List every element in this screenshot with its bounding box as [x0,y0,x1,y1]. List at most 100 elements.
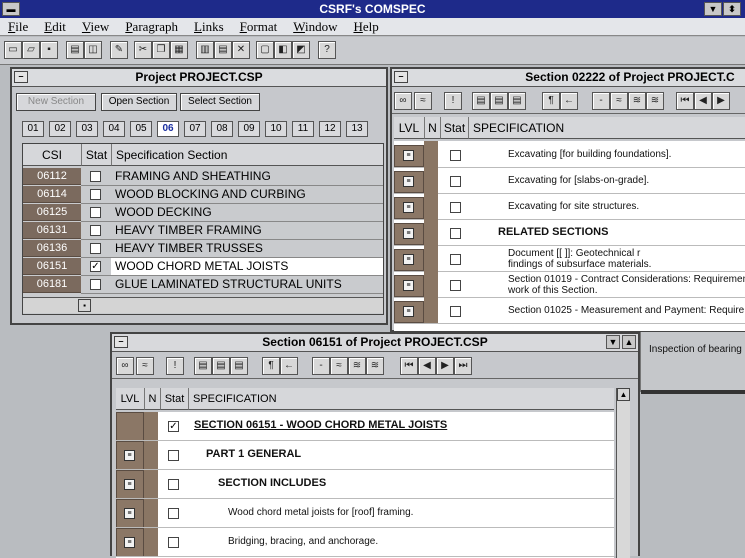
level-cell[interactable]: ≡ [394,171,424,193]
status-checkbox[interactable] [450,228,461,239]
division-tab-07[interactable]: 07 [184,121,206,137]
menu-file[interactable]: File [0,18,36,36]
link-icon[interactable]: ∞ [116,357,134,375]
division-tab-02[interactable]: 02 [49,121,71,137]
section-06151-titlebar[interactable]: – Section 06151 of Project PROJECT.CSP ▼… [112,334,638,352]
status-checkbox[interactable]: ✓ [168,421,179,432]
column-header-n[interactable]: N [144,388,160,410]
menu-window[interactable]: Window [285,18,345,36]
level-cell[interactable]: ≡ [394,145,424,167]
table-row[interactable]: 06114 WOOD BLOCKING AND CURBING [23,186,383,204]
alert-icon[interactable]: ! [166,357,184,375]
menu-view[interactable]: View [74,18,117,36]
level-1-icon[interactable]: - [312,357,330,375]
status-checkbox[interactable] [90,225,101,236]
status-checkbox[interactable] [168,508,179,519]
delete-icon[interactable]: ✕ [232,41,250,59]
open-file-icon[interactable]: ▱ [22,41,40,59]
window-arrange-icon[interactable]: ◩ [292,41,310,59]
status-checkbox[interactable] [90,189,101,200]
window-tile-icon[interactable]: ▢ [256,41,274,59]
table-row[interactable]: 06112 FRAMING AND SHEATHING [23,168,383,186]
open-section-button[interactable]: Open Section [101,93,177,111]
minimize-icon[interactable]: ▼ [606,335,620,349]
first-record-icon[interactable]: ⏮ [676,92,694,110]
window-control-icon[interactable]: – [14,71,28,83]
column-header-lvl[interactable]: LVL [394,117,424,139]
last-record-icon[interactable]: ⏭ [454,357,472,375]
first-record-icon[interactable]: ⏮ [400,357,418,375]
paragraph-icon[interactable]: ¶ [542,92,560,110]
division-tab-06[interactable]: 06 [157,121,179,137]
app-control-menu-icon[interactable]: ▬ [2,2,20,16]
table-row[interactable]: 06125 WOOD DECKING [23,204,383,222]
unlink-icon[interactable]: ≈ [136,357,154,375]
view-one-icon[interactable]: ▤ [194,357,212,375]
level-4-icon[interactable]: ≋ [366,357,384,375]
division-tab-13[interactable]: 13 [346,121,368,137]
column-header-stat[interactable]: Stat [440,117,468,139]
view-two-icon[interactable]: ▤ [490,92,508,110]
level-cell[interactable]: ≡ [116,470,144,499]
menu-edit[interactable]: Edit [36,18,74,36]
help-icon[interactable]: ? [318,41,336,59]
section-02222-titlebar[interactable]: – Section 02222 of Project PROJECT.C [392,69,745,87]
new-section-button[interactable]: New Section [16,93,96,111]
status-checkbox[interactable] [90,207,101,218]
level-2-icon[interactable]: ≈ [610,92,628,110]
grid-horizontal-scrollbar[interactable]: ▪ [23,297,383,313]
table-row[interactable]: 06181 GLUE LAMINATED STRUCTURAL UNITS [23,276,383,294]
outdent-icon[interactable]: ← [560,92,578,110]
status-checkbox[interactable] [168,450,179,461]
project-window-titlebar[interactable]: – Project PROJECT.CSP [12,69,386,87]
spell-check-icon[interactable]: ✎ [110,41,128,59]
paste-icon[interactable]: ▦ [170,41,188,59]
edit-row-icon[interactable]: ▤ [214,41,232,59]
level-2-icon[interactable]: ≈ [330,357,348,375]
division-tab-09[interactable]: 09 [238,121,260,137]
level-cell[interactable]: ≡ [394,275,424,297]
column-header-csi[interactable]: CSI [23,144,81,166]
view-one-icon[interactable]: ▤ [472,92,490,110]
status-checkbox[interactable] [450,150,461,161]
level-cell[interactable]: ≡ [394,301,424,323]
view-three-icon[interactable]: ▤ [508,92,526,110]
view-two-icon[interactable]: ▤ [212,357,230,375]
column-header-n[interactable]: N [424,117,440,139]
menu-help[interactable]: Help [345,18,386,36]
column-header-stat[interactable]: Stat [160,388,188,410]
division-tab-08[interactable]: 08 [211,121,233,137]
column-header-spec[interactable]: SPECIFICATION [468,117,745,139]
status-checkbox[interactable] [450,280,461,291]
view-three-icon[interactable]: ▤ [230,357,248,375]
add-row-icon[interactable]: ▪ [78,299,91,312]
status-checkbox[interactable] [450,176,461,187]
level-cell[interactable]: ≡ [116,528,144,557]
level-cell[interactable]: ≡ [116,499,144,528]
division-tab-12[interactable]: 12 [319,121,341,137]
status-checkbox[interactable] [450,306,461,317]
status-checkbox[interactable] [90,243,101,254]
division-tab-03[interactable]: 03 [76,121,98,137]
new-file-icon[interactable]: ▭ [4,41,22,59]
table-row[interactable]: 06151 ✓ WOOD CHORD METAL JOISTS [23,258,383,276]
next-record-icon[interactable]: ▶ [436,357,454,375]
restore-icon[interactable]: ⬍ [723,2,741,16]
table-row[interactable]: 06136 HEAVY TIMBER TRUSSES [23,240,383,258]
level-3-icon[interactable]: ≋ [348,357,366,375]
level-cell[interactable]: ≡ [394,197,424,219]
window-control-icon[interactable]: – [394,71,408,83]
copy-icon[interactable]: ❐ [152,41,170,59]
window-cascade-icon[interactable]: ◧ [274,41,292,59]
division-tab-11[interactable]: 11 [292,121,314,137]
alert-icon[interactable]: ! [444,92,462,110]
status-checkbox[interactable]: ✓ [90,261,101,272]
division-tab-05[interactable]: 05 [130,121,152,137]
vertical-scrollbar[interactable]: ▲ [616,388,630,558]
status-checkbox[interactable] [168,537,179,548]
column-header-stat[interactable]: Stat [81,144,111,166]
level-3-icon[interactable]: ≋ [628,92,646,110]
column-header-spec[interactable]: SPECIFICATION [188,388,614,410]
level-cell[interactable] [116,412,144,441]
level-4-icon[interactable]: ≋ [646,92,664,110]
